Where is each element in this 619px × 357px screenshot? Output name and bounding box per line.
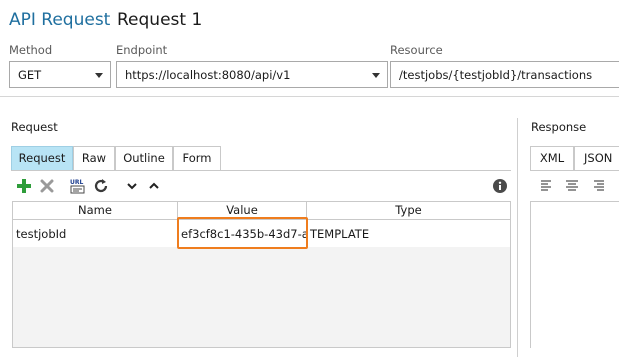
chevron-down-icon: [95, 73, 103, 78]
title-bar: API Request Request 1: [0, 0, 619, 40]
tab-form[interactable]: Form: [173, 146, 221, 170]
app-title: API Request: [9, 10, 111, 30]
request-tabs: Request Raw Outline Form: [11, 146, 511, 170]
plus-icon[interactable]: [16, 178, 32, 194]
request-name[interactable]: Request 1: [117, 10, 202, 30]
tab-outline[interactable]: Outline: [115, 146, 173, 170]
endpoint-value: https://localhost:8080/api/v1: [125, 68, 291, 82]
resource-input[interactable]: /testjobs/{testjobId}/transactions: [390, 61, 619, 88]
response-body[interactable]: [530, 201, 619, 348]
response-tabs-underline: [530, 170, 619, 171]
method-label: Method: [9, 43, 53, 57]
chevron-down-icon[interactable]: [125, 179, 139, 193]
tab-request[interactable]: Request: [11, 146, 73, 170]
method-select[interactable]: GET: [9, 61, 111, 88]
endpoint-label: Endpoint: [116, 43, 168, 57]
param-type-cell[interactable]: TEMPLATE: [307, 221, 510, 247]
info-icon[interactable]: [492, 178, 508, 194]
chevron-down-icon: [372, 73, 380, 78]
url-encode-icon[interactable]: URL: [69, 177, 87, 195]
response-panel-title: Response: [531, 120, 587, 134]
refresh-icon[interactable]: [92, 177, 110, 195]
header-divider: [0, 96, 619, 97]
table-empty-area: [13, 247, 510, 347]
align-right-icon[interactable]: [591, 180, 605, 192]
tab-json[interactable]: JSON: [574, 146, 619, 170]
column-header-type[interactable]: Type: [307, 202, 510, 220]
request-panel-title: Request: [11, 120, 58, 134]
param-name-cell[interactable]: testjobId: [13, 221, 178, 247]
svg-text:URL: URL: [70, 179, 83, 186]
method-value: GET: [18, 68, 42, 82]
panel-splitter[interactable]: [517, 118, 518, 357]
align-center-icon[interactable]: [565, 180, 579, 192]
tab-raw[interactable]: Raw: [73, 146, 115, 170]
column-header-name[interactable]: Name: [13, 202, 178, 220]
tabs-underline: [11, 170, 511, 171]
chevron-up-icon[interactable]: [147, 179, 161, 193]
resource-value: /testjobs/{testjobId}/transactions: [399, 68, 593, 82]
response-tabs: XML JSON: [530, 146, 619, 170]
delete-x-icon[interactable]: [39, 178, 55, 194]
tab-xml[interactable]: XML: [530, 146, 574, 170]
resource-label: Resource: [390, 43, 443, 57]
endpoint-select[interactable]: https://localhost:8080/api/v1: [116, 61, 388, 88]
value-highlight-frame: [177, 217, 308, 249]
align-left-icon[interactable]: [540, 180, 554, 192]
